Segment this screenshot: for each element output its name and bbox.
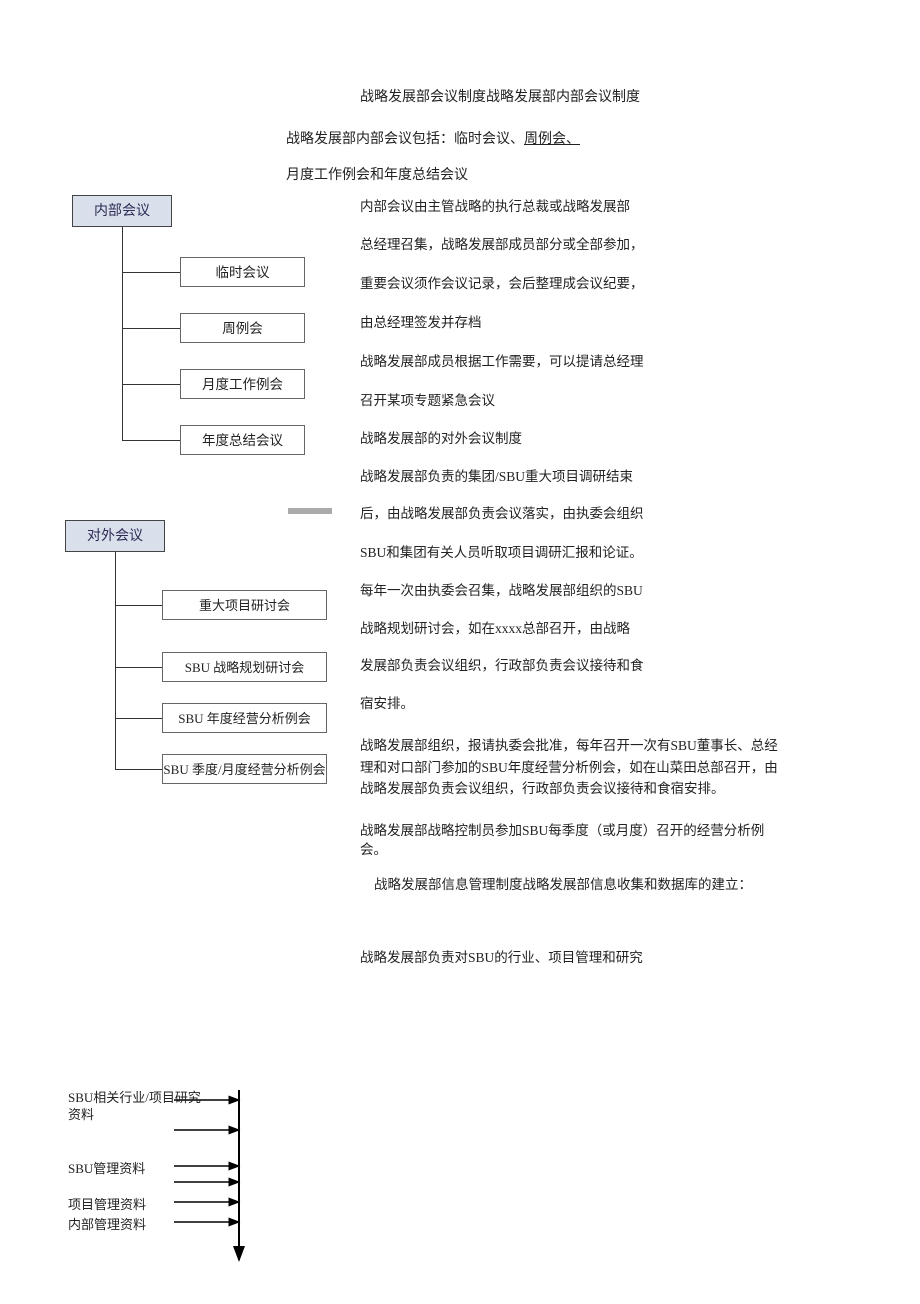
diagram1-connector-h2 <box>122 328 180 329</box>
diagram2-connector-h4 <box>115 769 162 770</box>
diagram1-connector-h4 <box>122 440 180 441</box>
document-title: 战略发展部会议制度战略发展部内部会议制度 <box>360 86 640 106</box>
diagram1-connector-h3 <box>122 384 180 385</box>
diagram2-connector-h1 <box>115 605 162 606</box>
diagram2-child-4: SBU 季度/月度经营分析例会 <box>162 754 327 784</box>
intro-line-1: 战略发展部内部会议包括：临时会议、周例会、 <box>286 128 580 148</box>
paragraph-7: 战略发展部的对外会议制度 <box>360 430 522 449</box>
paragraph-16: 战略发展部战略控制员参加SBU每季度（或月度）召开的经营分析例会。 <box>360 822 790 860</box>
paragraph-3: 重要会议须作会议记录，会后整理成会议纪要， <box>360 275 644 294</box>
diagram2-head: 对外会议 <box>65 520 165 552</box>
paragraph-5: 战略发展部成员根据工作需要，可以提请总经理 <box>360 353 644 372</box>
paragraph-13: 发展部负责会议组织，行政部负责会议接待和食 <box>360 657 644 676</box>
intro-prefix: 战略发展部内部会议包括：临时会议、 <box>286 132 524 147</box>
diagram2-child-3: SBU 年度经营分析例会 <box>162 703 327 733</box>
diagram1-head: 内部会议 <box>72 195 172 227</box>
document-page: 战略发展部会议制度战略发展部内部会议制度 战略发展部内部会议包括：临时会议、周例… <box>0 0 920 1304</box>
paragraph-14: 宿安排。 <box>360 695 414 714</box>
intro-underlined: 周例会、 <box>524 132 580 147</box>
diagram1-child-3: 月度工作例会 <box>180 369 305 399</box>
diagram1-child-2: 周例会 <box>180 313 305 343</box>
paragraph-11: 每年一次由执委会召集，战略发展部组织的SBU <box>360 582 643 601</box>
paragraph-1: 内部会议由主管战略的执行总裁或战略发展部 <box>360 198 630 217</box>
diagram1-child-1: 临时会议 <box>180 257 305 287</box>
paragraph-15: 战略发展部组织，报请执委会批准，每年召开一次有SBU董事长、总经理和对口部门参加… <box>360 735 780 800</box>
intro-line-2: 月度工作例会和年度总结会议 <box>286 164 468 184</box>
diagram3-row-3: 项目管理资料 <box>68 1194 146 1213</box>
paragraph-10: SBU和集团有关人员听取项目调研汇报和论证。 <box>360 544 643 563</box>
diagram3-row-4: 内部管理资料 <box>68 1214 146 1233</box>
diagram2-connector-h2 <box>115 667 162 668</box>
paragraph-2: 总经理召集，战略发展部成员部分或全部参加， <box>360 236 644 255</box>
paragraph-18: 战略发展部负责对SBU的行业、项目管理和研究 <box>360 949 790 968</box>
diagram3-row-1: SBU相关行业/项目研究资料 <box>68 1090 203 1124</box>
diagram2-connector-h3 <box>115 718 162 719</box>
paragraph-9: 后，由战略发展部负责会议落实，由执委会组织 <box>360 505 644 524</box>
diagram3-row-2: SBU管理资料 <box>68 1158 145 1177</box>
paragraph-8: 战略发展部负责的集团/SBU重大项目调研结束 <box>360 468 633 487</box>
diagram1-connector-h1 <box>122 272 180 273</box>
paragraph-6: 召开某项专题紧急会议 <box>360 392 495 411</box>
diagram2-child-1: 重大项目研讨会 <box>162 590 327 620</box>
diagram1-child-4: 年度总结会议 <box>180 425 305 455</box>
diagram-external-meetings: 对外会议 重大项目研讨会 SBU 战略规划研讨会 SBU 年度经营分析例会 SB… <box>65 520 340 820</box>
paragraph-12: 战略规划研讨会，如在xxxx总部召开，由战略 <box>360 620 630 639</box>
paragraph-17: 战略发展部信息管理制度战略发展部信息收集和数据库的建立： <box>374 876 804 895</box>
paragraph-4: 由总经理签发并存档 <box>360 314 482 333</box>
separator-bar <box>288 508 332 514</box>
diagram2-child-2: SBU 战略规划研讨会 <box>162 652 327 682</box>
diagram2-connector-vertical <box>115 552 116 769</box>
diagram-internal-meetings: 内部会议 临时会议 周例会 月度工作例会 年度总结会议 <box>72 195 327 485</box>
diagram-data-sources: SBU相关行业/项目研究资料 SBU管理资料 项目管理资料 内部管理资料 <box>54 1090 274 1290</box>
diagram1-connector-vertical <box>122 227 123 440</box>
